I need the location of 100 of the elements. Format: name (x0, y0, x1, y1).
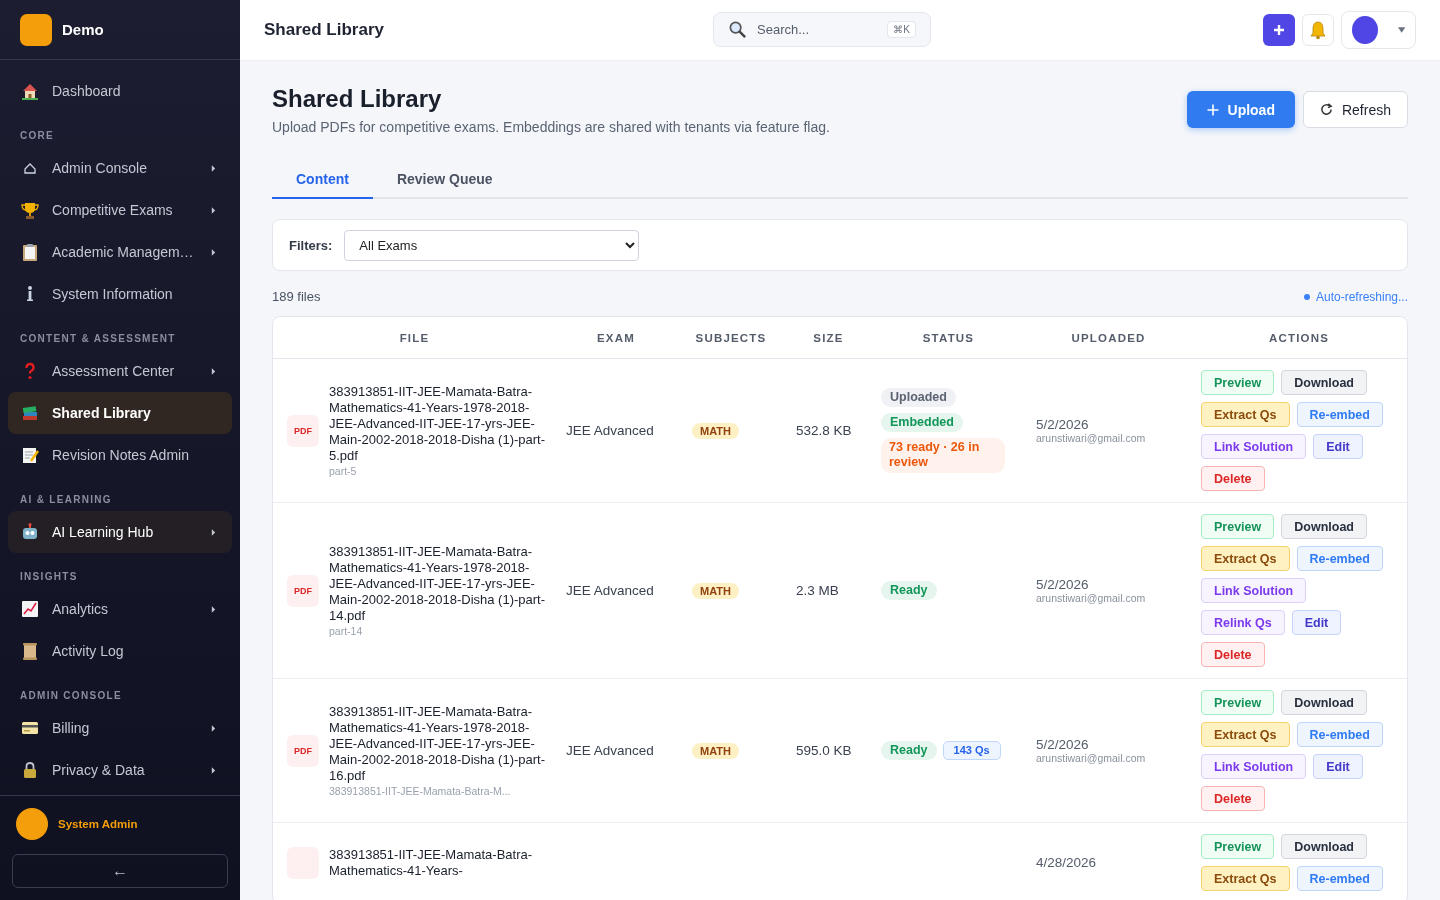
table-cell: JEE Advanced (566, 743, 654, 758)
column-header: STATUS (922, 331, 975, 344)
refresh-button[interactable]: Refresh (1302, 91, 1408, 128)
uploader-email: arunstiwari@gmail.com (1036, 432, 1147, 444)
column-header: SIZE (813, 331, 844, 344)
search-field[interactable]: Search... ⌘K (713, 12, 931, 47)
table-cell: 595.0 KB (796, 743, 852, 758)
sidebar-item[interactable]: Revision Notes Admin (8, 434, 232, 476)
sidebar-item[interactable]: Competitive Exams (8, 189, 232, 231)
sidebar-item[interactable]: Activity Log (8, 630, 232, 672)
clipboard-icon (20, 242, 40, 262)
download-button[interactable]: Download (1281, 370, 1367, 395)
file-count: 189 files (272, 289, 321, 304)
delete-button[interactable]: Delete (1201, 642, 1265, 667)
add-button[interactable] (1263, 14, 1295, 46)
sidebar-item[interactable]: Assessment Center (8, 350, 232, 392)
table-cell: 2.3 MB (796, 583, 839, 598)
tab[interactable]: Review Queue (372, 163, 517, 199)
re-embed-button[interactable]: Re-embed (1296, 722, 1383, 747)
preview-button[interactable]: Preview (1201, 370, 1275, 395)
pdf-file-icon: PDF (287, 734, 319, 767)
extract-button[interactable]: Extract Qs (1201, 866, 1290, 891)
sidebar-item[interactable]: System Information (8, 273, 232, 315)
extract-button[interactable]: Extract Qs (1201, 402, 1290, 427)
status-badge: Ready (881, 581, 937, 600)
question-count-badge: 143 Qs (942, 741, 1001, 760)
uploader-email: arunstiwari@gmail.com (1036, 752, 1147, 764)
sidebar-item[interactable]: Dashboard (8, 70, 232, 112)
column-header: EXAM (597, 331, 635, 344)
link-solution-button[interactable]: Link Solution (1201, 578, 1307, 603)
delete-button[interactable]: Delete (1201, 466, 1265, 491)
exam-select[interactable]: All Exams (344, 229, 640, 261)
table-cell: 532.8 KB (796, 423, 852, 438)
file-subtitle: 383913851-IIT-JEE-Mamata-Batra-M... (329, 785, 512, 797)
sidebar-item[interactable]: Admin Console (8, 147, 232, 189)
section-heading: AI & LEARNING (19, 493, 113, 507)
page-subtitle: Upload PDFs for competitive exams. Embeddings are shared with tenants via feature flag. (272, 119, 830, 135)
link-solution-button[interactable]: Link Solution (1201, 754, 1307, 779)
upload-date: 5/2/2026 (1036, 737, 1090, 752)
relink-button[interactable]: Relink Qs (1201, 610, 1285, 635)
edit-button[interactable]: Edit (1313, 754, 1363, 779)
section-heading: INSIGHTS (19, 570, 79, 584)
re-embed-button[interactable]: Re-embed (1296, 546, 1383, 571)
download-button[interactable]: Download (1281, 514, 1367, 539)
column-header: ACTIONS (1268, 331, 1330, 344)
pdf-file-icon: PDF (287, 414, 319, 447)
subject-tag: MATH (692, 583, 739, 599)
page-header-title: Shared Library (264, 20, 384, 40)
preview-button[interactable]: Preview (1201, 514, 1275, 539)
sidebar-item[interactable]: Analytics (8, 588, 232, 630)
upload-date: 5/2/2026 (1036, 577, 1090, 592)
extract-button[interactable]: Extract Qs (1201, 546, 1290, 571)
user-name: System Admin (58, 818, 138, 830)
collapse-button[interactable]: ← (12, 854, 228, 888)
edit-button[interactable]: Edit (1291, 610, 1342, 635)
file-name: 383913851-IIT-JEE-Mamata-Batra-Mathematics-41-Years- (329, 846, 534, 879)
column-header: SUBJECTS (695, 331, 767, 344)
logo-icon (20, 13, 52, 46)
page-title: Shared Library (272, 85, 443, 113)
download-button[interactable]: Download (1281, 834, 1367, 859)
column-header: FILE (399, 331, 430, 344)
subject-tag: MATH (692, 423, 739, 439)
profile-menu[interactable] (1341, 11, 1416, 49)
sidebar-item[interactable]: AI Learning Hub (8, 511, 232, 553)
trophy-icon (20, 200, 40, 220)
file-subtitle: part-14 (329, 625, 364, 637)
scroll-icon (20, 641, 40, 661)
preview-button[interactable]: Preview (1201, 834, 1275, 859)
status-dot (1303, 293, 1310, 300)
sidebar-item[interactable]: Billing (8, 707, 232, 749)
search-input[interactable]: Search... (755, 21, 880, 38)
tab[interactable]: Content (272, 163, 373, 199)
status-badge: Embedded (881, 413, 963, 432)
refresh-icon (1319, 103, 1333, 116)
section-heading: ADMIN CONSOLE (19, 689, 123, 703)
sidebar-item[interactable]: Shared Library (8, 392, 232, 434)
sidebar-item[interactable]: Academic Managem… (8, 231, 232, 273)
memo-icon (20, 445, 40, 465)
upload-button[interactable]: Upload (1186, 91, 1295, 128)
download-button[interactable]: Download (1281, 690, 1367, 715)
status-badge: Uploaded (881, 388, 956, 407)
subject-tag: MATH (692, 743, 739, 759)
preview-button[interactable]: Preview (1201, 690, 1275, 715)
books-icon (20, 403, 40, 423)
extract-button[interactable]: Extract Qs (1201, 722, 1290, 747)
filters-label: Filters: (289, 237, 333, 253)
re-embed-button[interactable]: Re-embed (1296, 866, 1383, 891)
file-name: 383913851-IIT-JEE-Mamata-Batra-Mathematics-41-Years-1978-2018-JEE-Advanced-IIT-JEE-17-yrs-JEE-Main-2002-2018-2018-Disha (1)-part-16.pdf (329, 704, 546, 784)
robot-icon (20, 522, 40, 542)
house-icon (20, 81, 40, 101)
sidebar-item[interactable]: Privacy & Data (8, 749, 232, 791)
re-embed-button[interactable]: Re-embed (1296, 402, 1383, 427)
edit-button[interactable]: Edit (1313, 434, 1363, 459)
search-icon (728, 20, 747, 39)
link-solution-button[interactable]: Link Solution (1201, 434, 1307, 459)
plus-icon (1273, 24, 1285, 36)
file-name: 383913851-IIT-JEE-Mamata-Batra-Mathematics-41-Years-1978-2018-JEE-Advanced-IIT-JEE-17-yrs-JEE-Main-2002-2018-2018-Disha (1)-part-14.pdf (329, 544, 546, 624)
table-cell: JEE Advanced (566, 583, 654, 598)
upload-date: 4/28/2026 (1036, 855, 1098, 870)
delete-button[interactable]: Delete (1201, 786, 1265, 811)
